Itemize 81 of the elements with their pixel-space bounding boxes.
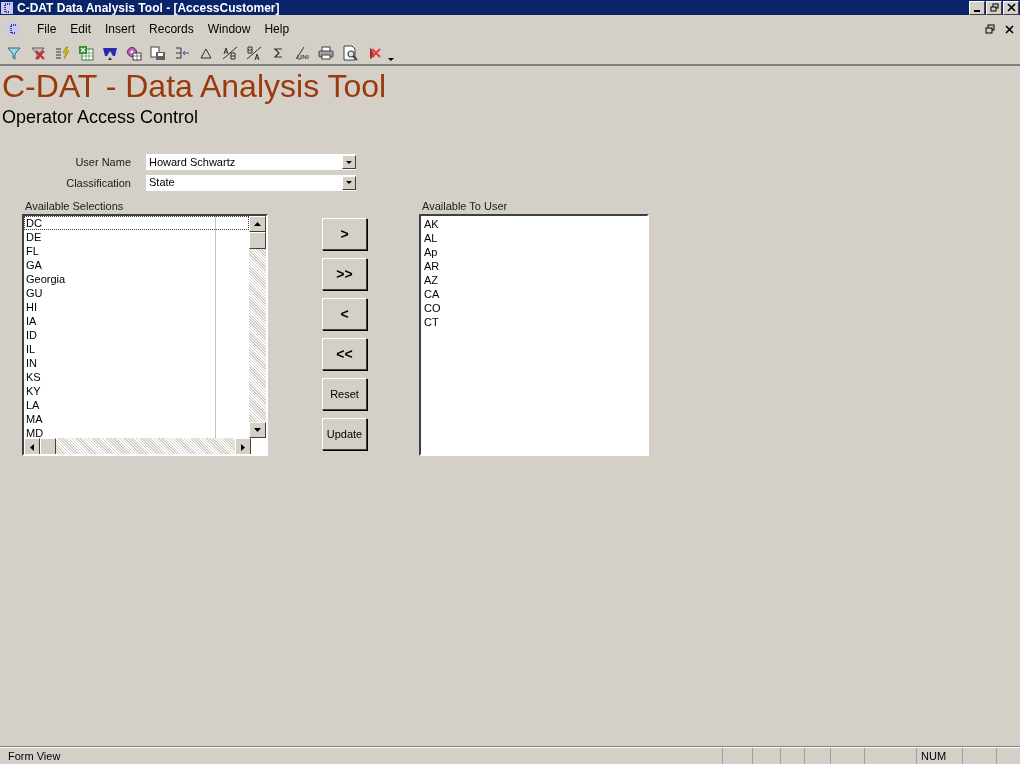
- list-item[interactable]: HI: [24, 300, 249, 314]
- minimize-icon: [974, 9, 980, 12]
- scroll-right-arrow-icon[interactable]: [241, 443, 245, 451]
- filter-icon[interactable]: [5, 45, 22, 61]
- list-item[interactable]: GA: [24, 258, 249, 272]
- scroll-left-arrow-icon[interactable]: [30, 443, 34, 451]
- field-label: Classification: [66, 175, 131, 191]
- field-label: User Name: [75, 155, 131, 170]
- menu-item[interactable]: Insert: [98, 20, 143, 38]
- list-item[interactable]: Ap: [421, 245, 647, 259]
- list-item[interactable]: CA: [421, 287, 647, 301]
- menu-item[interactable]: Edit: [63, 20, 99, 38]
- list-item[interactable]: IA: [24, 314, 249, 328]
- menu-item[interactable]: File: [30, 20, 64, 38]
- transfer-button[interactable]: <: [322, 298, 367, 330]
- close-icon: [1005, 24, 1014, 34]
- list-item[interactable]: AL: [421, 231, 647, 245]
- scroll-thumb[interactable]: [40, 438, 56, 454]
- menu-item[interactable]: Help: [257, 20, 297, 38]
- printer-icon[interactable]: [317, 45, 334, 61]
- close-icon: [1005, 2, 1017, 13]
- close-button[interactable]: [1005, 24, 1014, 34]
- list-item[interactable]: FL: [24, 244, 249, 258]
- list-item[interactable]: DC: [24, 216, 249, 230]
- list-item[interactable]: Georgia: [24, 272, 249, 286]
- scroll-thumb[interactable]: [249, 232, 266, 249]
- restore-icon: [988, 2, 1000, 13]
- spreadsheet-icon[interactable]: [77, 45, 94, 61]
- list-item[interactable]: CT: [421, 315, 647, 329]
- transfer-button[interactable]: Reset: [322, 378, 367, 410]
- list-item[interactable]: MA: [24, 412, 249, 426]
- page-subtitle: Operator Access Control: [2, 108, 200, 126]
- available-to-user-list[interactable]: AK AL Ap AR AZ CA CO CT: [419, 214, 649, 456]
- list-item[interactable]: ID: [24, 328, 249, 342]
- scroll-up-arrow-icon[interactable]: [254, 222, 261, 226]
- page-title: C-DAT - Data Analysis Tool: [2, 70, 388, 102]
- list-item[interactable]: DE: [24, 230, 249, 244]
- minimize-button[interactable]: [969, 0, 985, 15]
- restore-icon: [985, 24, 995, 34]
- dropdown-field[interactable]: Howard Schwartz: [146, 154, 356, 170]
- transfer-button[interactable]: Update: [322, 418, 367, 450]
- app-logo-icon: [0, 0, 14, 15]
- sort-descending-icon[interactable]: [245, 45, 262, 61]
- restore-button[interactable]: [986, 0, 1002, 15]
- list-item[interactable]: IL: [24, 342, 249, 356]
- list-item[interactable]: LA: [24, 398, 249, 412]
- transfer-button[interactable]: <<: [322, 338, 367, 370]
- status-indicator: NUM: [916, 748, 962, 764]
- list-item[interactable]: AR: [421, 259, 647, 273]
- toolbar-options-icon[interactable]: [388, 58, 394, 62]
- menu-item[interactable]: Records: [142, 20, 201, 38]
- available-selections-list[interactable]: DC DE FL GA Georgia GU HI IA ID IL IN KS KY LA MA MD: [22, 214, 268, 456]
- list-item[interactable]: MD: [24, 426, 249, 438]
- transfer-button[interactable]: >: [322, 218, 367, 250]
- scroll-down-arrow-icon[interactable]: [254, 428, 261, 432]
- list-item[interactable]: AZ: [421, 273, 647, 287]
- filter-remove-icon[interactable]: [29, 45, 46, 61]
- list-item[interactable]: CO: [421, 301, 647, 315]
- list-label: Available Selections: [25, 201, 125, 213]
- window-title: C-DAT Data Analysis Tool - [AccessCustomer]: [17, 1, 280, 14]
- print-preview-icon[interactable]: [341, 45, 358, 61]
- list-item[interactable]: AK: [421, 217, 647, 231]
- dropdown-arrow-icon[interactable]: [346, 160, 352, 164]
- dropdown-arrow-icon[interactable]: [346, 181, 352, 184]
- list-item[interactable]: KY: [24, 384, 249, 398]
- word-document-icon[interactable]: [101, 45, 118, 61]
- menu-item[interactable]: Window: [200, 20, 258, 38]
- status-text: Form View: [7, 748, 61, 764]
- transfer-button[interactable]: >>: [322, 258, 367, 290]
- vertical-scrollbar[interactable]: [249, 216, 266, 438]
- unit-icon[interactable]: [293, 45, 310, 61]
- sort-ascending-icon[interactable]: [221, 45, 238, 61]
- list-item[interactable]: GU: [24, 286, 249, 300]
- lightning-list-icon[interactable]: [53, 45, 70, 61]
- list-item[interactable]: KS: [24, 370, 249, 384]
- list-label: Available To User: [422, 201, 509, 213]
- horizontal-scrollbar[interactable]: [24, 438, 251, 454]
- dropdown-field[interactable]: State: [146, 174, 356, 191]
- app-logo-icon: [6, 21, 20, 37]
- list-item[interactable]: IN: [24, 356, 249, 370]
- restore-button[interactable]: [985, 24, 995, 34]
